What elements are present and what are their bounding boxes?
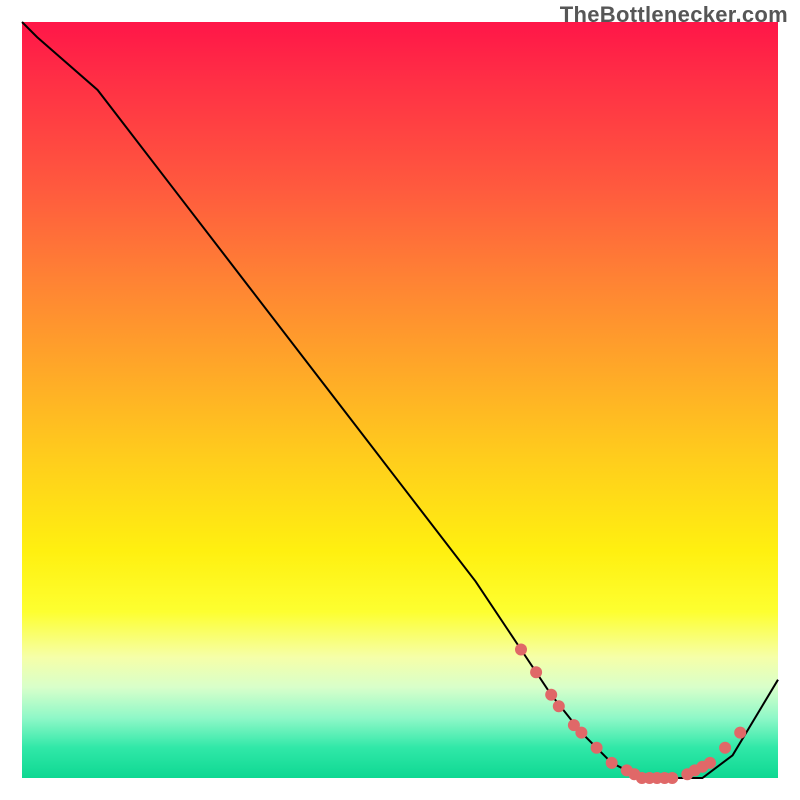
watermark-text: TheBottlenecker.com (560, 2, 788, 28)
bottleneck-chart: TheBottlenecker.com (0, 0, 800, 800)
chart-gradient-background (22, 22, 778, 778)
